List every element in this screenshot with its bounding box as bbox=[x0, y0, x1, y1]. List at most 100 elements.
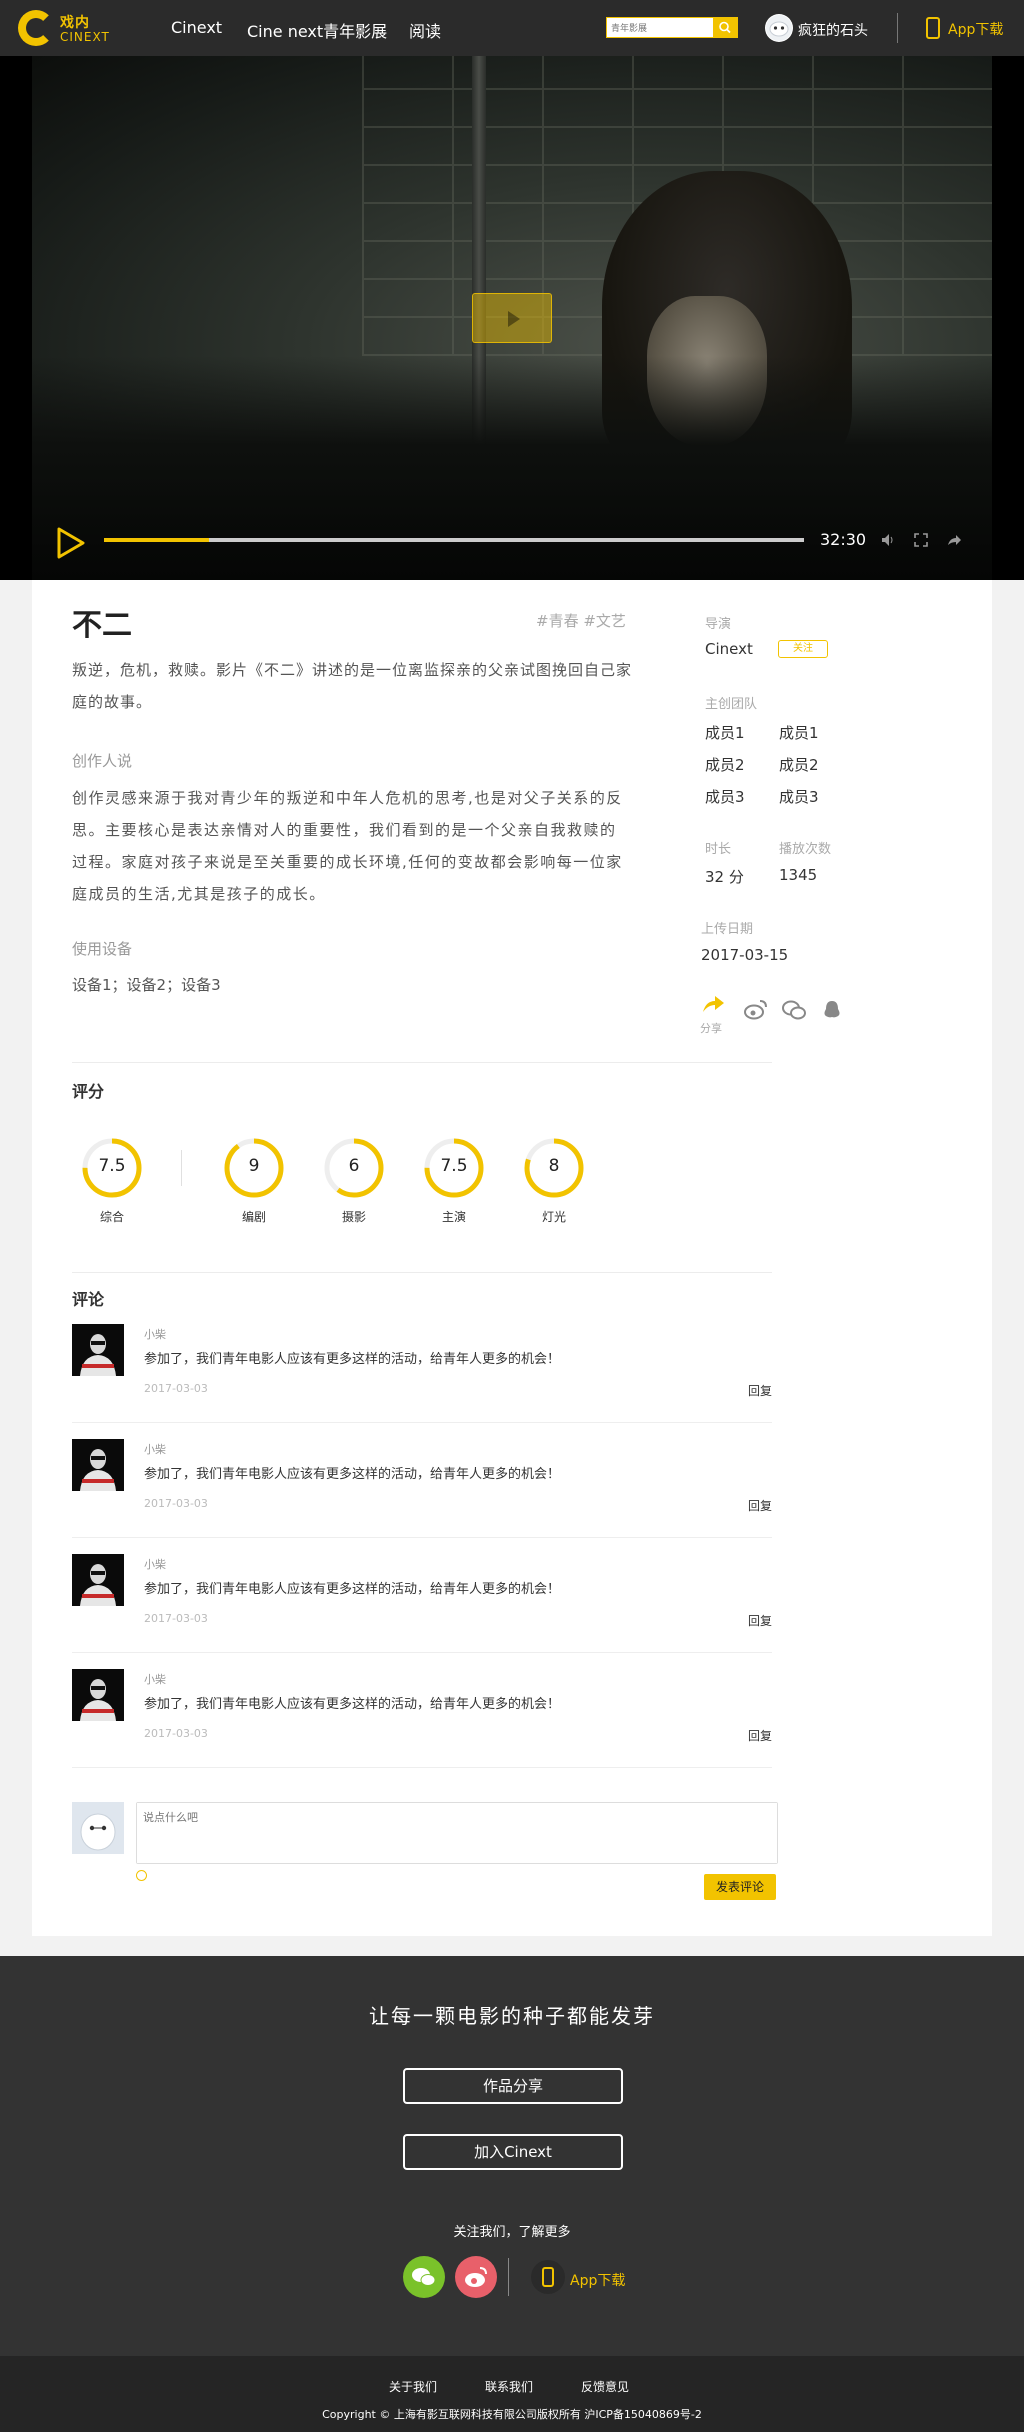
commenter-avatar[interactable] bbox=[72, 1439, 124, 1491]
footer-weibo-icon[interactable] bbox=[455, 2256, 497, 2298]
ratings-heading: 评分 bbox=[72, 1082, 105, 1101]
search-input[interactable] bbox=[611, 20, 711, 35]
equipment-heading: 使用设备 bbox=[72, 940, 133, 958]
comment-text: 参加了，我们青年电影人应该有更多这样的活动，给青年人更多的机会！ bbox=[144, 1697, 561, 1712]
comment-date: 2017-03-03 bbox=[144, 1612, 208, 1625]
footer: 让每一颗电影的种子都能发芽 作品分享 加入Cinext 关注我们，了解更多 Ap… bbox=[0, 1956, 1024, 2356]
play-icon[interactable] bbox=[56, 526, 86, 560]
comment-item: 小柴参加了，我们青年电影人应该有更多这样的活动，给青年人更多的机会！ 2017-0… bbox=[72, 1669, 772, 1785]
about-us-link[interactable]: 关于我们 bbox=[389, 2378, 437, 2395]
footer-phone-icon[interactable] bbox=[530, 2258, 566, 2296]
equipment-list: 设备1；设备2；设备3 bbox=[72, 976, 221, 994]
nav-cinext[interactable]: Cinext bbox=[171, 18, 222, 37]
phone-icon bbox=[926, 17, 940, 39]
footer-app-download[interactable]: App下载 bbox=[570, 2270, 625, 2290]
progress-bar[interactable] bbox=[104, 538, 804, 542]
comment-input[interactable] bbox=[137, 1803, 777, 1863]
logo-ring-icon bbox=[18, 10, 54, 46]
nav-reading[interactable]: 阅读 bbox=[409, 18, 441, 42]
comment-date: 2017-03-03 bbox=[144, 1497, 208, 1510]
fullscreen-icon[interactable] bbox=[913, 532, 929, 548]
contact-us-link[interactable]: 联系我们 bbox=[485, 2378, 533, 2395]
commenter-avatar[interactable] bbox=[72, 1324, 124, 1376]
wechat-icon[interactable] bbox=[780, 996, 808, 1024]
post-comment-button[interactable]: 发表评论 bbox=[704, 1874, 776, 1900]
duration-label: 时长 bbox=[705, 842, 732, 857]
footer-bottom-bar: 关于我们 联系我们 反馈意见 Copyright © 上海有影互联网科技有限公司… bbox=[0, 2356, 1024, 2432]
rating-label: 灯光 bbox=[541, 1210, 566, 1224]
progress-fill bbox=[104, 538, 209, 542]
submit-work-button[interactable]: 作品分享 bbox=[403, 2068, 623, 2104]
reply-button[interactable]: 回复 bbox=[748, 1497, 772, 1514]
nav-film-festival[interactable]: Cine next青年影展 bbox=[247, 18, 387, 42]
upload-date-label: 上传日期 bbox=[701, 922, 754, 937]
comment-item: 小柴参加了，我们青年电影人应该有更多这样的活动，给青年人更多的机会！ 2017-0… bbox=[72, 1324, 772, 1440]
qq-icon[interactable] bbox=[818, 996, 846, 1024]
rating-gauge: 7.5 bbox=[80, 1136, 144, 1200]
commenter-avatar[interactable] bbox=[72, 1554, 124, 1606]
reply-button[interactable]: 回复 bbox=[748, 1382, 772, 1399]
comment-box bbox=[136, 1802, 778, 1864]
follow-button[interactable]: 关注 bbox=[778, 640, 828, 658]
rating-label: 综合 bbox=[99, 1210, 124, 1224]
rating-gauge: 9 bbox=[222, 1136, 286, 1200]
rating-value: 7.5 bbox=[440, 1156, 468, 1176]
commenter-name[interactable]: 小柴 bbox=[144, 1556, 166, 1572]
search-icon bbox=[719, 21, 731, 34]
team-member: 成员2 bbox=[705, 756, 745, 774]
share-icon[interactable] bbox=[700, 992, 728, 1020]
footer-slogan: 让每一颗电影的种子都能发芽 bbox=[369, 2004, 655, 2028]
weibo-icon[interactable] bbox=[742, 996, 770, 1024]
header-divider bbox=[897, 13, 898, 43]
comment-item: 小柴 参加了，我们青年电影人应该有更多这样的活动，给青年人更多的机会！ 2017-0… bbox=[72, 1439, 772, 1555]
reply-button[interactable]: 回复 bbox=[748, 1612, 772, 1629]
film-description: 叛逆，危机，救赎。影片《不二》讲述的是一位离监探亲的父亲试图挽回自己家庭的故事。 bbox=[72, 661, 633, 711]
creator-text: 创作灵感来源于我对青少年的叛逆和中年人危机的思考,也是对父子关系的反思。主要核心… bbox=[72, 789, 623, 903]
comment-date: 2017-03-03 bbox=[144, 1382, 208, 1395]
rating-value: 9 bbox=[248, 1156, 260, 1176]
search-button[interactable] bbox=[713, 18, 737, 37]
comment-date: 2017-03-03 bbox=[144, 1727, 208, 1740]
emoji-icon[interactable] bbox=[136, 1870, 147, 1881]
director-label: 导演 bbox=[705, 617, 732, 632]
footer-wechat-icon[interactable] bbox=[403, 2256, 445, 2298]
top-navbar: 戏内 CINEXT Cinext Cine next青年影展 阅读 疯狂的石头 … bbox=[0, 0, 1024, 56]
search-box bbox=[606, 17, 738, 38]
app-download-label: App下载 bbox=[948, 22, 1004, 38]
team-member: 成员2 bbox=[779, 756, 819, 774]
share-label: 分享 bbox=[700, 1022, 722, 1035]
logo-text-en: CINEXT bbox=[60, 30, 110, 44]
commenter-name[interactable]: 小柴 bbox=[144, 1326, 166, 1342]
rating-label: 编剧 bbox=[241, 1210, 266, 1224]
comments-heading: 评论 bbox=[72, 1290, 105, 1309]
commenter-name[interactable]: 小柴 bbox=[144, 1671, 166, 1687]
join-cinext-button[interactable]: 加入Cinext bbox=[403, 2134, 623, 2170]
film-tags[interactable]: #青春 #文艺 bbox=[536, 610, 626, 631]
plays-value: 1345 bbox=[779, 866, 818, 884]
upload-date-value: 2017-03-15 bbox=[701, 946, 789, 964]
comment-item: 小柴 参加了，我们青年电影人应该有更多这样的活动，给青年人更多的机会！ 2017-0… bbox=[72, 1554, 772, 1670]
rating-value: 7.5 bbox=[98, 1156, 126, 1176]
reply-button[interactable]: 回复 bbox=[748, 1727, 772, 1744]
share-arrow-icon[interactable] bbox=[946, 532, 962, 548]
plays-label: 播放次数 bbox=[779, 842, 832, 857]
rating-gauge: 6 bbox=[322, 1136, 386, 1200]
team-member: 成员3 bbox=[705, 788, 745, 806]
rating-value: 8 bbox=[548, 1156, 560, 1176]
cinext-logo[interactable]: 戏内 CINEXT bbox=[18, 8, 110, 48]
team-member: 成员1 bbox=[779, 724, 819, 742]
team-label: 主创团队 bbox=[705, 697, 758, 712]
duration-value: 32 分 bbox=[705, 868, 744, 886]
director-name[interactable]: Cinext bbox=[705, 640, 753, 658]
commenter-avatar[interactable] bbox=[72, 1669, 124, 1721]
team-member: 成员1 bbox=[705, 724, 745, 742]
comment-text: 参加了，我们青年电影人应该有更多这样的活动，给青年人更多的机会！ bbox=[144, 1352, 561, 1367]
logo-text-cn: 戏内 bbox=[60, 15, 90, 31]
volume-icon[interactable] bbox=[880, 532, 896, 548]
rating-label: 主演 bbox=[441, 1210, 466, 1224]
commenter-name[interactable]: 小柴 bbox=[144, 1441, 166, 1457]
creator-heading: 创作人说 bbox=[72, 752, 133, 770]
video-player[interactable]: 32:30 bbox=[0, 56, 1024, 580]
feedback-link[interactable]: 反馈意见 bbox=[581, 2378, 629, 2395]
center-play-button[interactable] bbox=[472, 293, 552, 343]
